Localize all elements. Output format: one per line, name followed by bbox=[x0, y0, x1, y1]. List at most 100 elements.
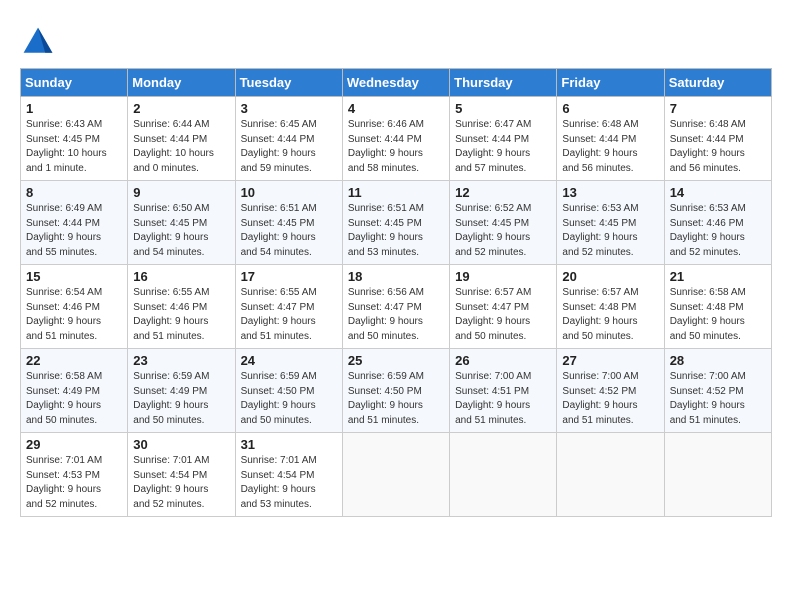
weekday-header-friday: Friday bbox=[557, 69, 664, 97]
logo-icon bbox=[20, 24, 56, 60]
calendar-cell: 15 Sunrise: 6:54 AMSunset: 4:46 PMDayligh… bbox=[21, 265, 128, 349]
day-number: 14 bbox=[670, 185, 766, 200]
day-info: Sunrise: 6:51 AMSunset: 4:45 PMDaylight:… bbox=[241, 202, 337, 260]
calendar-cell: 27 Sunrise: 7:00 AMSunset: 4:52 PMDayligh… bbox=[557, 349, 664, 433]
calendar-cell: 18Sunrise: 6:56 AMSunset: 4:47 PMDayligh… bbox=[342, 265, 449, 349]
day-info: Sunrise: 7:01 AMSunset: 4:54 PMDaylight:… bbox=[133, 454, 229, 512]
day-info: Sunrise: 6:45 AMSunset: 4:44 PMDaylight:… bbox=[241, 118, 337, 176]
calendar-cell: 4 Sunrise: 6:46 AMSunset: 4:44 PMDaylight… bbox=[342, 97, 449, 181]
day-number: 29 bbox=[26, 437, 122, 452]
day-number: 21 bbox=[670, 269, 766, 284]
week-row-5: 29 Sunrise: 7:01 AMSunset: 4:53 PMDayligh… bbox=[21, 433, 772, 517]
day-number: 28 bbox=[670, 353, 766, 368]
day-info: Sunrise: 6:46 AMSunset: 4:44 PMDaylight:… bbox=[348, 118, 444, 176]
week-row-3: 15 Sunrise: 6:54 AMSunset: 4:46 PMDayligh… bbox=[21, 265, 772, 349]
calendar-cell: 16Sunrise: 6:55 AMSunset: 4:46 PMDayligh… bbox=[128, 265, 235, 349]
day-info: Sunrise: 7:01 AMSunset: 4:54 PMDaylight:… bbox=[241, 454, 337, 512]
day-info: Sunrise: 6:48 AMSunset: 4:44 PMDaylight:… bbox=[562, 118, 658, 176]
weekday-header-saturday: Saturday bbox=[664, 69, 771, 97]
calendar-cell bbox=[664, 433, 771, 517]
day-info: Sunrise: 6:53 AMSunset: 4:45 PMDaylight:… bbox=[562, 202, 658, 260]
day-info: Sunrise: 7:00 AMSunset: 4:52 PMDaylight:… bbox=[670, 370, 766, 428]
week-row-2: 8 Sunrise: 6:49 AMSunset: 4:44 PMDaylight… bbox=[21, 181, 772, 265]
day-number: 23 bbox=[133, 353, 229, 368]
weekday-header-wednesday: Wednesday bbox=[342, 69, 449, 97]
day-info: Sunrise: 6:58 AMSunset: 4:48 PMDaylight:… bbox=[670, 286, 766, 344]
day-number: 12 bbox=[455, 185, 551, 200]
page-header bbox=[20, 20, 772, 60]
day-number: 5 bbox=[455, 101, 551, 116]
calendar-cell: 7 Sunrise: 6:48 AMSunset: 4:44 PMDaylight… bbox=[664, 97, 771, 181]
calendar-cell: 10 Sunrise: 6:51 AMSunset: 4:45 PMDayligh… bbox=[235, 181, 342, 265]
day-info: Sunrise: 6:55 AMSunset: 4:46 PMDaylight:… bbox=[133, 286, 229, 344]
calendar-cell bbox=[557, 433, 664, 517]
day-info: Sunrise: 6:43 AMSunset: 4:45 PMDaylight:… bbox=[26, 118, 122, 176]
week-row-4: 22 Sunrise: 6:58 AMSunset: 4:49 PMDayligh… bbox=[21, 349, 772, 433]
day-info: Sunrise: 6:54 AMSunset: 4:46 PMDaylight:… bbox=[26, 286, 122, 344]
calendar-cell bbox=[450, 433, 557, 517]
calendar-cell: 11 Sunrise: 6:51 AMSunset: 4:45 PMDayligh… bbox=[342, 181, 449, 265]
calendar-table: SundayMondayTuesdayWednesdayThursdayFrid… bbox=[20, 68, 772, 517]
day-info: Sunrise: 6:44 AMSunset: 4:44 PMDaylight:… bbox=[133, 118, 229, 176]
day-info: Sunrise: 6:59 AMSunset: 4:49 PMDaylight:… bbox=[133, 370, 229, 428]
day-info: Sunrise: 7:01 AMSunset: 4:53 PMDaylight:… bbox=[26, 454, 122, 512]
day-number: 15 bbox=[26, 269, 122, 284]
calendar-cell: 22 Sunrise: 6:58 AMSunset: 4:49 PMDayligh… bbox=[21, 349, 128, 433]
day-number: 17 bbox=[241, 269, 337, 284]
calendar-cell: 28 Sunrise: 7:00 AMSunset: 4:52 PMDayligh… bbox=[664, 349, 771, 433]
day-number: 3 bbox=[241, 101, 337, 116]
calendar-cell: 24 Sunrise: 6:59 AMSunset: 4:50 PMDayligh… bbox=[235, 349, 342, 433]
day-number: 25 bbox=[348, 353, 444, 368]
day-number: 26 bbox=[455, 353, 551, 368]
day-number: 19 bbox=[455, 269, 551, 284]
weekday-header-monday: Monday bbox=[128, 69, 235, 97]
day-info: Sunrise: 6:59 AMSunset: 4:50 PMDaylight:… bbox=[241, 370, 337, 428]
calendar-cell: 8 Sunrise: 6:49 AMSunset: 4:44 PMDaylight… bbox=[21, 181, 128, 265]
calendar-cell: 3 Sunrise: 6:45 AMSunset: 4:44 PMDaylight… bbox=[235, 97, 342, 181]
day-number: 22 bbox=[26, 353, 122, 368]
calendar-cell: 12 Sunrise: 6:52 AMSunset: 4:45 PMDayligh… bbox=[450, 181, 557, 265]
calendar-cell: 1 Sunrise: 6:43 AMSunset: 4:45 PMDaylight… bbox=[21, 97, 128, 181]
day-number: 11 bbox=[348, 185, 444, 200]
calendar-cell: 21 Sunrise: 6:58 AMSunset: 4:48 PMDayligh… bbox=[664, 265, 771, 349]
weekday-header-thursday: Thursday bbox=[450, 69, 557, 97]
day-info: Sunrise: 6:48 AMSunset: 4:44 PMDaylight:… bbox=[670, 118, 766, 176]
day-info: Sunrise: 6:49 AMSunset: 4:44 PMDaylight:… bbox=[26, 202, 122, 260]
day-info: Sunrise: 6:52 AMSunset: 4:45 PMDaylight:… bbox=[455, 202, 551, 260]
day-info: Sunrise: 6:58 AMSunset: 4:49 PMDaylight:… bbox=[26, 370, 122, 428]
calendar-cell: 23 Sunrise: 6:59 AMSunset: 4:49 PMDayligh… bbox=[128, 349, 235, 433]
day-info: Sunrise: 6:55 AMSunset: 4:47 PMDaylight:… bbox=[241, 286, 337, 344]
day-number: 1 bbox=[26, 101, 122, 116]
calendar-cell: 25 Sunrise: 6:59 AMSunset: 4:50 PMDayligh… bbox=[342, 349, 449, 433]
day-number: 10 bbox=[241, 185, 337, 200]
weekday-header-row: SundayMondayTuesdayWednesdayThursdayFrid… bbox=[21, 69, 772, 97]
calendar-cell: 17 Sunrise: 6:55 AMSunset: 4:47 PMDayligh… bbox=[235, 265, 342, 349]
day-info: Sunrise: 6:50 AMSunset: 4:45 PMDaylight:… bbox=[133, 202, 229, 260]
calendar-cell: 6 Sunrise: 6:48 AMSunset: 4:44 PMDaylight… bbox=[557, 97, 664, 181]
day-info: Sunrise: 6:51 AMSunset: 4:45 PMDaylight:… bbox=[348, 202, 444, 260]
calendar-cell: 31Sunrise: 7:01 AMSunset: 4:54 PMDayligh… bbox=[235, 433, 342, 517]
day-number: 6 bbox=[562, 101, 658, 116]
day-info: Sunrise: 6:56 AMSunset: 4:47 PMDaylight:… bbox=[348, 286, 444, 344]
calendar-cell: 2Sunrise: 6:44 AMSunset: 4:44 PMDaylight… bbox=[128, 97, 235, 181]
day-number: 27 bbox=[562, 353, 658, 368]
day-info: Sunrise: 6:47 AMSunset: 4:44 PMDaylight:… bbox=[455, 118, 551, 176]
day-number: 7 bbox=[670, 101, 766, 116]
day-info: Sunrise: 6:59 AMSunset: 4:50 PMDaylight:… bbox=[348, 370, 444, 428]
day-number: 4 bbox=[348, 101, 444, 116]
calendar-cell: 20 Sunrise: 6:57 AMSunset: 4:48 PMDayligh… bbox=[557, 265, 664, 349]
day-number: 20 bbox=[562, 269, 658, 284]
day-info: Sunrise: 6:57 AMSunset: 4:48 PMDaylight:… bbox=[562, 286, 658, 344]
day-info: Sunrise: 6:53 AMSunset: 4:46 PMDaylight:… bbox=[670, 202, 766, 260]
calendar-cell: 26 Sunrise: 7:00 AMSunset: 4:51 PMDayligh… bbox=[450, 349, 557, 433]
calendar-cell: 19 Sunrise: 6:57 AMSunset: 4:47 PMDayligh… bbox=[450, 265, 557, 349]
weekday-header-sunday: Sunday bbox=[21, 69, 128, 97]
day-number: 8 bbox=[26, 185, 122, 200]
day-info: Sunrise: 6:57 AMSunset: 4:47 PMDaylight:… bbox=[455, 286, 551, 344]
day-number: 24 bbox=[241, 353, 337, 368]
day-info: Sunrise: 7:00 AMSunset: 4:51 PMDaylight:… bbox=[455, 370, 551, 428]
logo bbox=[20, 24, 60, 60]
day-info: Sunrise: 7:00 AMSunset: 4:52 PMDaylight:… bbox=[562, 370, 658, 428]
calendar-cell bbox=[342, 433, 449, 517]
week-row-1: 1 Sunrise: 6:43 AMSunset: 4:45 PMDaylight… bbox=[21, 97, 772, 181]
